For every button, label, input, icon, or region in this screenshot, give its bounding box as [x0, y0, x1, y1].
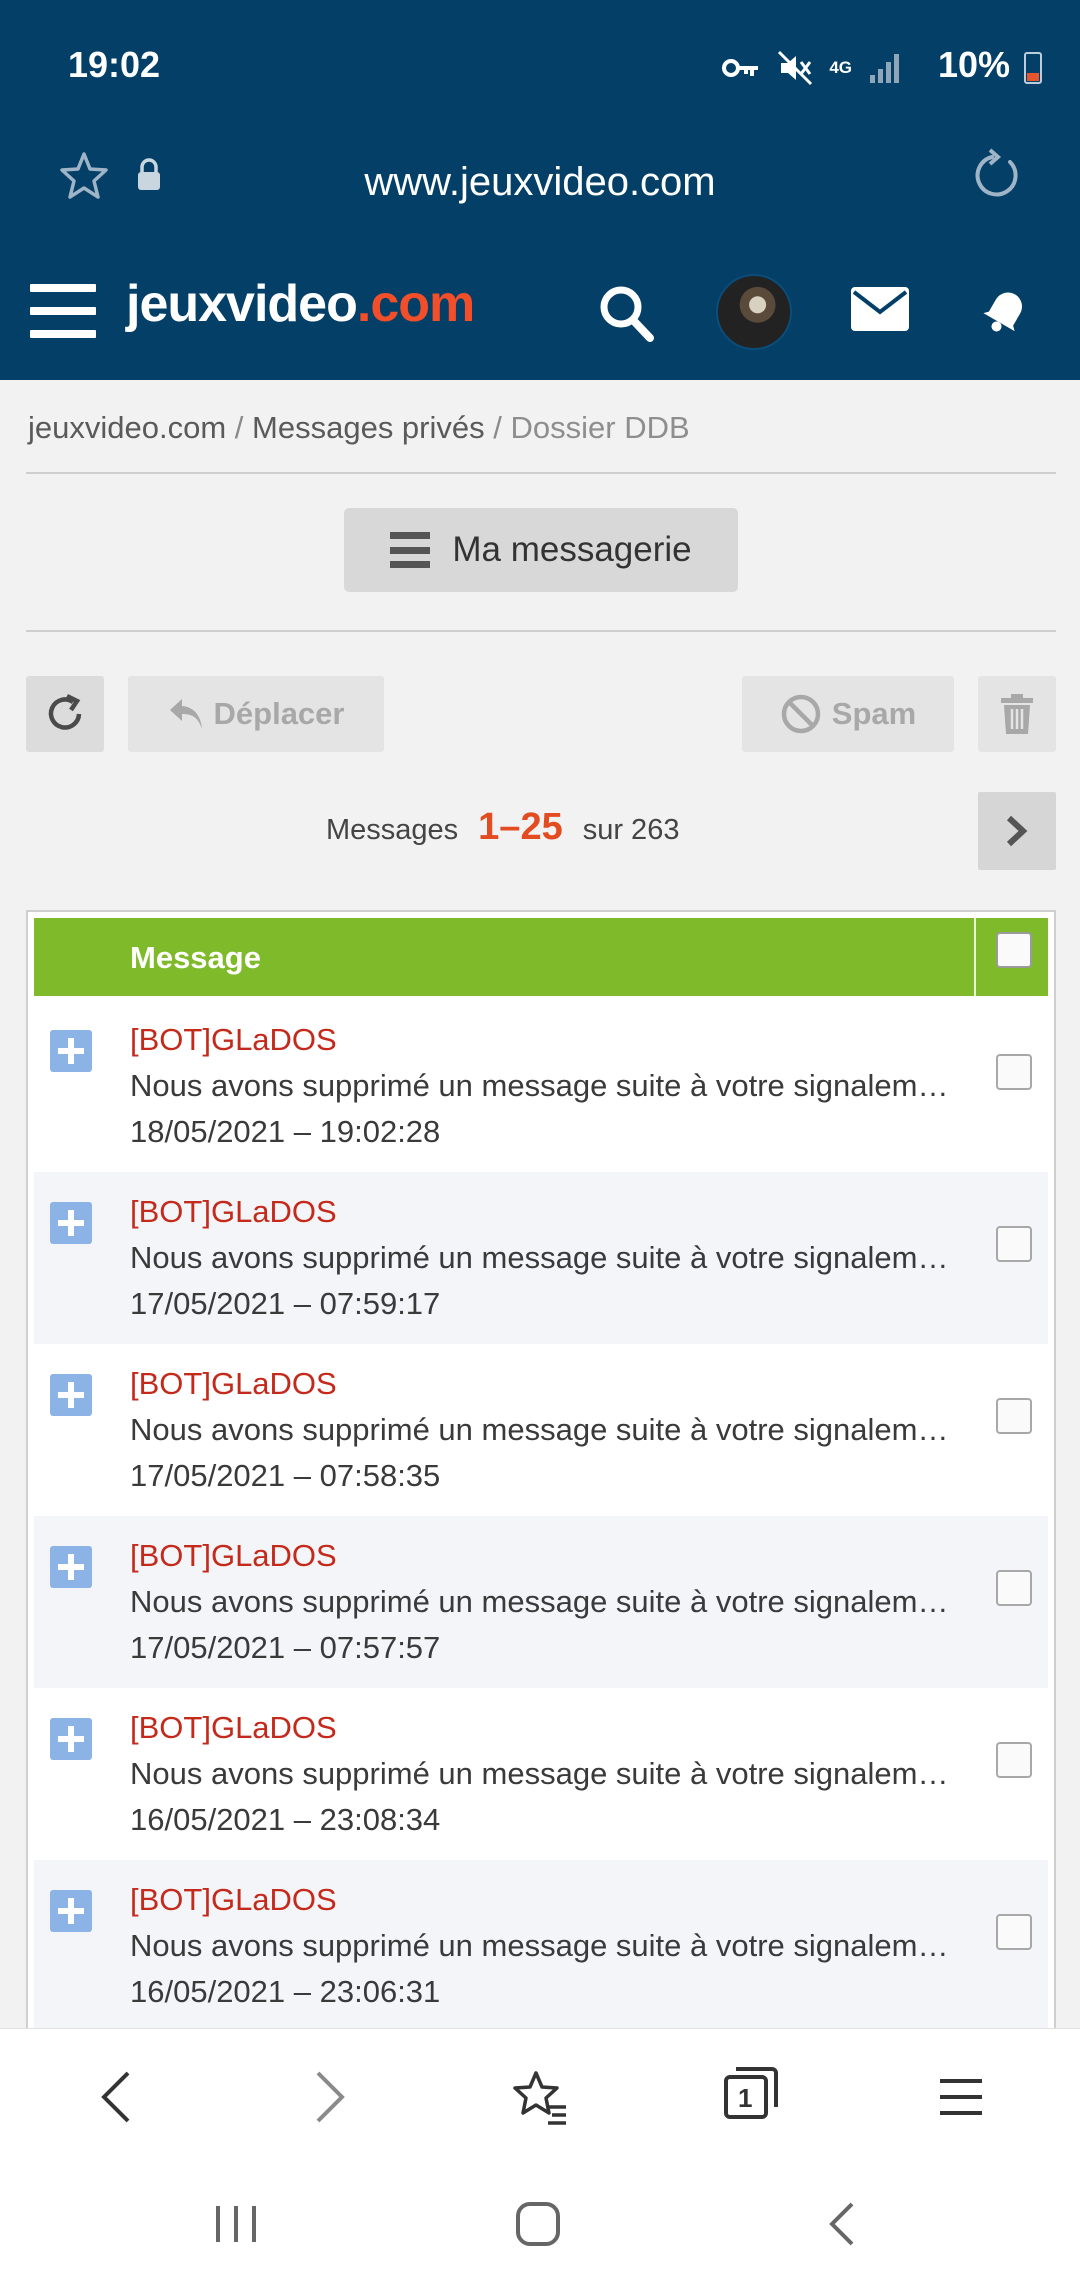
url-bar[interactable]: www.jeuxvideo.com — [0, 138, 1080, 260]
menu-icon[interactable] — [938, 2067, 984, 2127]
table-row[interactable]: [BOT]GLaDOS Nous avons supprimé un messa… — [34, 1344, 1048, 1516]
block-icon — [781, 694, 821, 734]
row-checkbox[interactable] — [996, 1570, 1032, 1606]
message-date: 16/05/2021 – 23:08:34 — [130, 1802, 441, 1837]
divider — [26, 630, 1056, 632]
message-snippet[interactable]: Nous avons supprimé un message suite à v… — [130, 1412, 960, 1448]
tabs-count: 1 — [738, 2083, 753, 2113]
breadcrumb-home[interactable]: jeuxvideo.com — [28, 410, 226, 445]
breadcrumb-separator: / — [493, 410, 502, 445]
system-nav-bar — [0, 2166, 1080, 2280]
expand-plus-icon[interactable] — [50, 1374, 92, 1416]
ma-messagerie-label: Ma messagerie — [452, 530, 692, 569]
table-row[interactable]: [BOT]GLaDOS Nous avons supprimé un messa… — [34, 1516, 1048, 1688]
mute-icon — [778, 50, 813, 86]
signal-icon — [870, 54, 899, 83]
row-checkbox[interactable] — [996, 1398, 1032, 1434]
tabs-icon[interactable]: 1 — [722, 2063, 782, 2123]
ma-messagerie-button[interactable]: Ma messagerie — [344, 508, 738, 592]
trash-icon — [1001, 694, 1033, 734]
message-date: 16/05/2021 – 23:06:31 — [130, 1974, 441, 2009]
system-back-icon[interactable] — [822, 2194, 862, 2254]
spam-button[interactable]: Spam — [742, 676, 954, 752]
notification-bell-icon[interactable] — [978, 282, 1034, 338]
header-divider — [974, 918, 976, 996]
browser-bottom-bar: 1 — [0, 2028, 1080, 2166]
delete-button[interactable] — [978, 676, 1056, 752]
message-snippet[interactable]: Nous avons supprimé un message suite à v… — [130, 1584, 960, 1620]
reply-arrow-icon — [169, 699, 202, 729]
expand-plus-icon[interactable] — [50, 1030, 92, 1072]
pagination-total: sur 263 — [582, 814, 680, 846]
message-snippet[interactable]: Nous avons supprimé un message suite à v… — [130, 1756, 960, 1792]
expand-plus-icon[interactable] — [50, 1202, 92, 1244]
row-checkbox[interactable] — [996, 1054, 1032, 1090]
row-checkbox[interactable] — [996, 1226, 1032, 1262]
table-row[interactable]: [BOT]GLaDOS Nous avons supprimé un messa… — [34, 1000, 1048, 1172]
battery-icon — [1024, 52, 1042, 84]
next-page-button[interactable] — [978, 792, 1056, 870]
table-row[interactable]: [BOT]GLaDOS Nous avons supprimé un messa… — [34, 1688, 1048, 1860]
message-date: 17/05/2021 – 07:57:57 — [130, 1630, 441, 1665]
move-button[interactable]: Déplacer — [128, 676, 384, 752]
site-header: jeuxvideo.com — [0, 260, 1080, 380]
reload-icon[interactable] — [968, 148, 1024, 204]
expand-plus-icon[interactable] — [50, 1718, 92, 1760]
key-icon — [722, 59, 759, 77]
message-date: 18/05/2021 – 19:02:28 — [130, 1114, 441, 1149]
message-snippet[interactable]: Nous avons supprimé un message suite à v… — [130, 1240, 960, 1276]
bookmarks-icon[interactable] — [510, 2067, 570, 2127]
message-author[interactable]: [BOT]GLaDOS — [130, 1366, 337, 1402]
status-bar: 19:02 4G 10% — [0, 0, 1080, 138]
message-snippet[interactable]: Nous avons supprimé un message suite à v… — [130, 1068, 960, 1104]
status-icons: 4G — [721, 48, 902, 88]
breadcrumb-separator: / — [234, 410, 244, 445]
message-author[interactable]: [BOT]GLaDOS — [130, 1194, 337, 1230]
network-icon: 4G — [829, 58, 852, 77]
message-table: Message [BOT]GLaDOS Nous avons supprimé … — [26, 910, 1056, 2030]
refresh-icon — [48, 693, 82, 730]
breadcrumb-current: Dossier DDB — [510, 410, 690, 445]
move-label: Déplacer — [213, 696, 345, 731]
avatar[interactable] — [716, 274, 792, 350]
search-icon[interactable] — [596, 282, 656, 344]
expand-plus-icon[interactable] — [50, 1546, 92, 1588]
pagination-prefix: Messages — [326, 814, 459, 846]
back-icon[interactable] — [96, 2067, 136, 2127]
message-date: 17/05/2021 – 07:58:35 — [130, 1458, 441, 1493]
battery-level: 10% — [937, 44, 1010, 85]
divider — [26, 472, 1056, 474]
breadcrumb-messages[interactable]: Messages privés — [252, 410, 485, 445]
message-author[interactable]: [BOT]GLaDOS — [130, 1710, 337, 1746]
message-date: 17/05/2021 – 07:59:17 — [130, 1286, 441, 1321]
list-menu-icon — [390, 532, 431, 568]
pagination-range: 1–25 — [478, 806, 563, 848]
url-text[interactable]: www.jeuxvideo.com — [0, 160, 1080, 205]
home-icon[interactable] — [514, 2194, 562, 2254]
status-time: 19:02 — [68, 44, 161, 85]
table-row[interactable]: [BOT]GLaDOS Nous avons supprimé un messa… — [34, 1172, 1048, 1344]
breadcrumb: jeuxvideo.com / Messages privés / Dossie… — [28, 410, 690, 446]
table-header: Message — [34, 918, 1048, 996]
spam-label: Spam — [831, 696, 917, 731]
message-author[interactable]: [BOT]GLaDOS — [130, 1022, 337, 1058]
forward-icon[interactable] — [310, 2067, 350, 2127]
hamburger-menu-icon[interactable] — [30, 284, 96, 338]
mail-icon[interactable] — [850, 286, 910, 332]
row-checkbox[interactable] — [996, 1914, 1032, 1950]
chevron-right-icon — [1006, 815, 1028, 847]
message-author[interactable]: [BOT]GLaDOS — [130, 1538, 337, 1574]
table-row[interactable]: [BOT]GLaDOS Nous avons supprimé un messa… — [34, 1860, 1048, 2028]
select-all-checkbox[interactable] — [996, 932, 1032, 968]
expand-plus-icon[interactable] — [50, 1890, 92, 1932]
row-checkbox[interactable] — [996, 1742, 1032, 1778]
message-author[interactable]: [BOT]GLaDOS — [130, 1882, 337, 1918]
column-header-message: Message — [130, 940, 261, 975]
refresh-button[interactable] — [26, 676, 104, 752]
site-logo[interactable]: jeuxvideo.com — [126, 274, 475, 334]
message-snippet[interactable]: Nous avons supprimé un message suite à v… — [130, 1928, 960, 1964]
recent-apps-icon[interactable] — [212, 2194, 260, 2254]
